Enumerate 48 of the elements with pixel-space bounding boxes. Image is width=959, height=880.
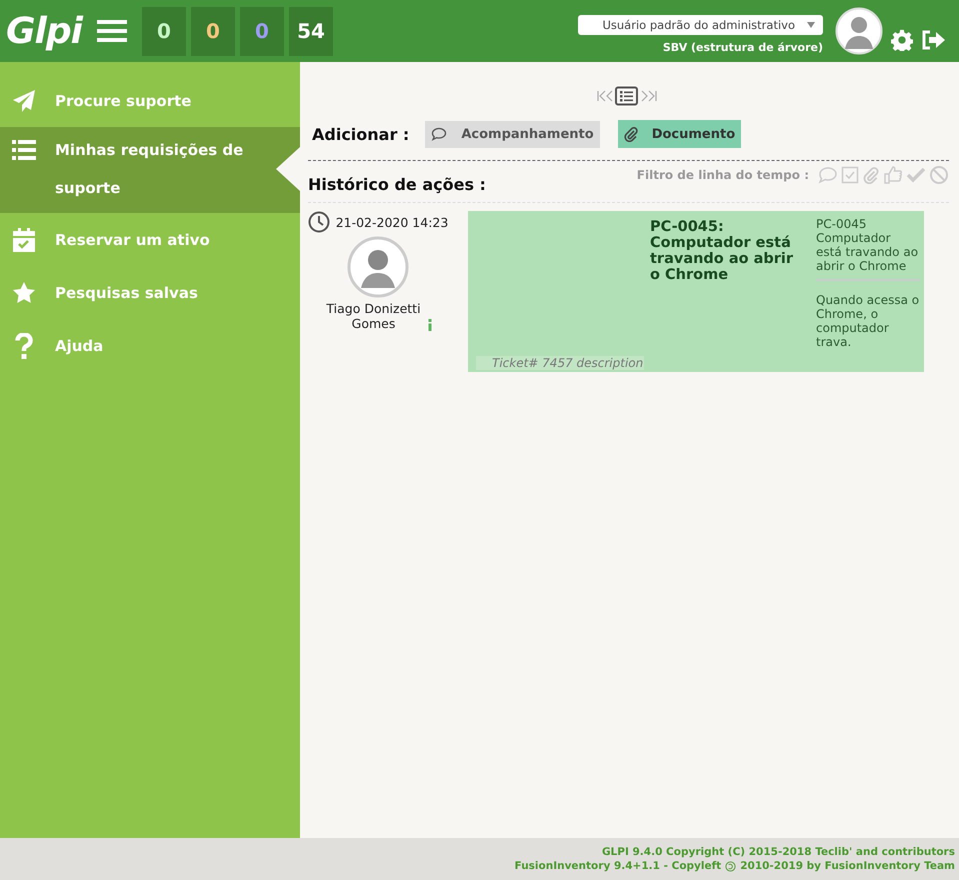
history-title: Histórico de ações : <box>308 175 486 194</box>
counter-badge[interactable]: 54 <box>289 6 333 56</box>
speech-bubble-icon <box>431 127 448 141</box>
counter-badge[interactable]: 0 <box>240 6 284 56</box>
speech-bubble-icon[interactable] <box>818 166 838 184</box>
logo[interactable]: Glpi <box>6 10 82 52</box>
checkbox-icon[interactable] <box>841 166 859 184</box>
checkmark-icon[interactable] <box>906 166 926 184</box>
settings-icon[interactable] <box>891 29 913 51</box>
menu-icon[interactable] <box>97 19 127 43</box>
list-icon <box>12 139 36 161</box>
entry-caption: Ticket# 7457 description <box>476 356 644 370</box>
paperclip-icon <box>624 126 638 142</box>
sidebar-item[interactable]: Reservar um ativo <box>0 213 300 266</box>
ticket-summary: PC-0045 Computador está travando ao abrir o Chrome <box>816 217 920 273</box>
counter-badge[interactable]: 0 <box>142 6 186 56</box>
sidebar-item[interactable]: Ajuda <box>0 319 300 372</box>
paper-plane-icon <box>12 88 36 112</box>
copyright-text: GLPI 9.4.0 Copyright (C) 2015-2018 Teclib' and contributors <box>602 846 955 858</box>
sidebar-item[interactable]: Minhas requisições de suporte <box>0 127 300 213</box>
counter-badge[interactable]: 0 <box>191 6 235 56</box>
plugin-credit: FusionInventory 9.4+1.1 - Copyleft <box>514 860 722 872</box>
author-name: Tiago Donizetti Gomes <box>325 301 422 331</box>
calendar-check-icon <box>12 228 36 252</box>
caret-icon <box>807 22 815 28</box>
paperclip-icon[interactable] <box>862 166 880 184</box>
user-avatar[interactable] <box>835 7 883 55</box>
profile-dropdown[interactable]: Usuário padrão do administrativo <box>578 14 823 34</box>
logout-icon[interactable] <box>921 30 945 50</box>
sidebar-item[interactable]: Pesquisas salvas <box>0 266 300 319</box>
timeline-navigation-icon[interactable] <box>596 86 656 106</box>
ticket-description: Quando acessa o Chrome, o computador trava. <box>816 293 920 349</box>
plugin-credit-years: 2010-2019 by FusionInventory Team <box>740 860 955 872</box>
ban-icon[interactable] <box>929 165 949 185</box>
add-button[interactable]: Acompanhamento <box>425 120 600 148</box>
add-label: Adicionar : <box>312 124 410 144</box>
entity-link[interactable]: SBV (estrutura de árvore) <box>662 40 823 54</box>
info-icon[interactable] <box>427 319 433 331</box>
star-icon <box>12 280 36 304</box>
add-button[interactable]: Documento <box>618 120 742 148</box>
thumbs-up-icon[interactable] <box>883 165 903 185</box>
ticket-title: PC-0045: Computador está travando ao abrir o Chrome <box>650 218 794 285</box>
clock-icon <box>308 211 330 233</box>
author-avatar <box>347 236 409 298</box>
copyleft-icon <box>725 860 736 872</box>
sidebar-item[interactable]: Procure suporte <box>0 74 300 127</box>
filter-label: Filtro de linha do tempo : <box>636 168 809 182</box>
entry-date: 21-02-2020 14:23 <box>336 214 448 230</box>
